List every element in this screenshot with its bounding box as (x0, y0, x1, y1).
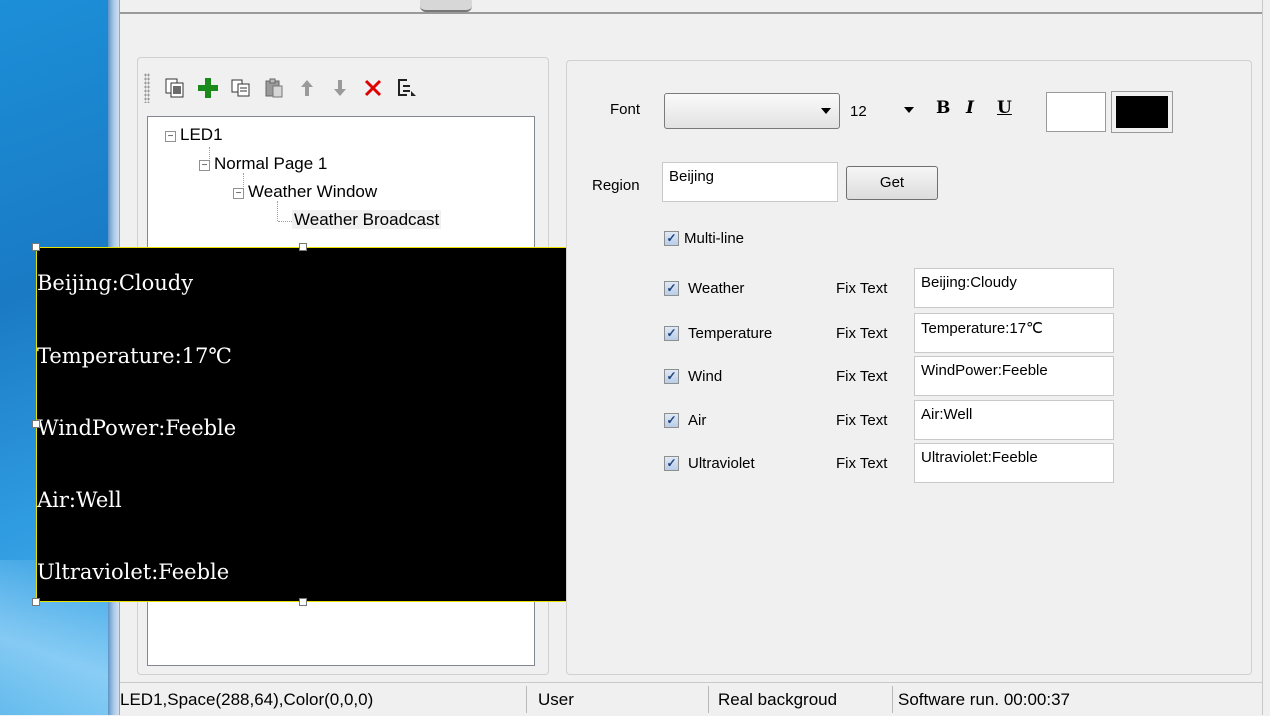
copy-icon[interactable] (224, 71, 257, 105)
tree-connector (278, 221, 292, 222)
wind-fix-text-input[interactable]: WindPower:Feeble (914, 356, 1114, 396)
ultraviolet-label: Ultraviolet (688, 455, 755, 472)
wind-label: Wind (688, 368, 723, 385)
tree-connector (277, 201, 278, 221)
fix-text-label: Fix Text (836, 325, 888, 342)
tree-node-label: Normal Page 1 (214, 154, 328, 173)
resize-handle-top-left[interactable] (32, 243, 40, 251)
weather-label: Weather (688, 280, 745, 297)
delete-icon[interactable] (356, 71, 389, 105)
ultraviolet-fix-text-input[interactable]: Ultraviolet:Feeble (914, 443, 1114, 483)
air-label: Air (688, 412, 707, 429)
collapse-icon[interactable]: − (199, 160, 210, 171)
status-runtime: Software run. 00:00:37 (898, 690, 1071, 709)
resize-handle-bottom[interactable] (299, 598, 307, 606)
status-background: Real backgroud (718, 690, 838, 709)
status-bar: LED1,Space(288,64),Color(0,0,0) User Rea… (120, 682, 1262, 715)
multiline-checkbox[interactable]: ✓ (664, 231, 679, 246)
fix-text-label: Fix Text (836, 280, 888, 297)
font-size-select[interactable]: 12 (844, 93, 926, 129)
font-label: Font (610, 101, 641, 118)
preview-line-weather: Beijing:Cloudy (37, 271, 194, 295)
region-input[interactable]: Beijing (662, 162, 838, 202)
background-color-button[interactable] (1111, 91, 1173, 133)
preview-line-air: Air:Well (37, 488, 122, 512)
tree-expand-icon[interactable] (389, 71, 422, 105)
tree-node-label: Weather Window (248, 182, 378, 201)
air-fix-text-input[interactable]: Air:Well (914, 400, 1114, 440)
region-label: Region (592, 177, 640, 194)
status-user: User (538, 690, 574, 709)
toolbar-grip[interactable] (144, 73, 150, 103)
font-select[interactable] (664, 93, 840, 129)
wind-checkbox[interactable]: ✓ (664, 369, 679, 384)
underline-button[interactable]: U (997, 98, 1012, 118)
window-right-edge (1262, 0, 1270, 715)
get-button[interactable]: Get (846, 166, 938, 200)
temperature-fix-text-input[interactable]: Temperature:17℃ (914, 313, 1114, 353)
tree-node-page[interactable]: − Normal Page 1 (199, 154, 327, 174)
copy-page-icon[interactable] (158, 71, 191, 105)
status-separator (526, 686, 527, 713)
resize-handle-bottom-left[interactable] (32, 598, 40, 606)
font-size-value: 12 (850, 103, 867, 120)
top-tab[interactable] (420, 0, 472, 12)
preview-line-wind: WindPower:Feeble (37, 416, 237, 440)
status-separator (892, 686, 893, 713)
italic-button[interactable]: I (966, 98, 974, 118)
tree-node-weather-broadcast[interactable]: Weather Broadcast (292, 210, 442, 230)
tree-node-label: Weather Broadcast (292, 210, 442, 229)
collapse-icon[interactable]: − (165, 131, 176, 142)
chevron-down-icon (904, 107, 914, 113)
preview-line-temperature: Temperature:17℃ (37, 344, 232, 368)
status-separator (708, 686, 709, 713)
led-preview-window[interactable]: Beijing:Cloudy Temperature:17℃ WindPower… (36, 247, 570, 602)
chevron-down-icon (821, 108, 831, 114)
add-icon[interactable] (191, 71, 224, 105)
multiline-label: Multi-line (684, 230, 745, 247)
weather-checkbox[interactable]: ✓ (664, 281, 679, 296)
fix-text-label: Fix Text (836, 412, 888, 429)
paste-icon[interactable] (257, 71, 290, 105)
bold-button[interactable]: B (936, 98, 950, 118)
fix-text-label: Fix Text (836, 455, 888, 472)
ultraviolet-checkbox[interactable]: ✓ (664, 456, 679, 471)
resize-handle-left[interactable] (32, 420, 40, 428)
preview-line-ultraviolet: Ultraviolet:Feeble (37, 560, 230, 584)
properties-panel (566, 60, 1252, 675)
status-info: LED1,Space(288,64),Color(0,0,0) (120, 690, 374, 709)
top-divider (120, 12, 1262, 14)
weather-fix-text-input[interactable]: Beijing:Cloudy (914, 268, 1114, 308)
tree-node-led1[interactable]: − LED1 (165, 125, 223, 145)
text-color-button[interactable] (1046, 92, 1106, 132)
collapse-icon[interactable]: − (233, 188, 244, 199)
temperature-label: Temperature (688, 325, 773, 342)
fix-text-label: Fix Text (836, 368, 888, 385)
temperature-checkbox[interactable]: ✓ (664, 326, 679, 341)
tree-toolbar (144, 66, 544, 110)
tree-node-window[interactable]: − Weather Window (233, 182, 377, 202)
tree-node-label: LED1 (180, 125, 223, 144)
air-checkbox[interactable]: ✓ (664, 413, 679, 428)
resize-handle-top[interactable] (299, 243, 307, 251)
move-down-icon[interactable] (323, 71, 356, 105)
move-up-icon[interactable] (290, 71, 323, 105)
